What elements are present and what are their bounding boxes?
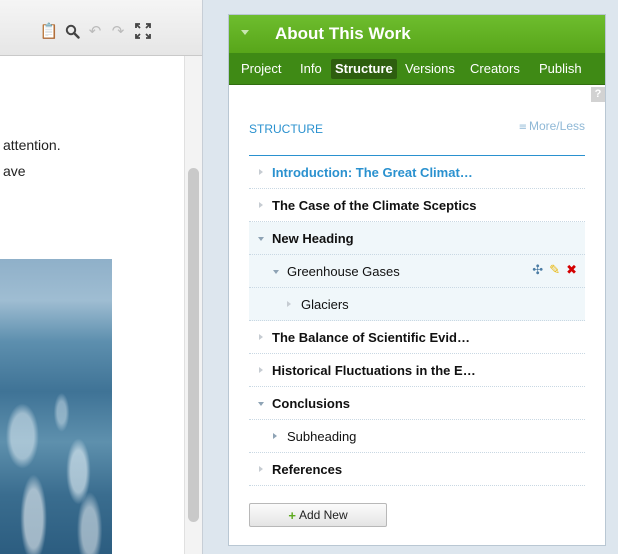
tree-item-label[interactable]: New Heading <box>272 231 354 246</box>
tree-item[interactable]: Subheading <box>249 420 585 453</box>
tree-item[interactable]: Glaciers <box>249 288 585 321</box>
expand-arrow-icon[interactable] <box>273 433 277 439</box>
delete-icon[interactable]: ✖ <box>566 263 577 279</box>
more-less-icon: ≡ <box>518 122 527 133</box>
collapse-arrow-icon[interactable] <box>258 402 264 406</box>
tree-item[interactable]: References <box>249 453 585 486</box>
tab-bar: Project Info Structure Versions Creators… <box>229 53 605 85</box>
undo-icon[interactable]: ↶ <box>86 22 104 40</box>
tree-item[interactable]: Introduction: The Great Climat… <box>249 156 585 189</box>
editor-text-line[interactable]: attention. <box>3 137 61 153</box>
more-less-label: More/Less <box>528 119 585 133</box>
panel-title: About This Work <box>275 24 411 43</box>
tab-project[interactable]: Project <box>241 59 281 79</box>
editor-scrollbar[interactable] <box>184 56 202 554</box>
editor-toolbar: 📋 ↶ ↷ <box>0 0 202 56</box>
expand-arrow-icon[interactable] <box>259 367 263 373</box>
editor-text-line[interactable]: ave <box>3 163 26 179</box>
tab-publish[interactable]: Publish <box>539 59 582 79</box>
about-this-work-panel: About This Work Project Info Structure V… <box>228 14 606 546</box>
tree-item[interactable]: The Case of the Climate Sceptics <box>249 189 585 222</box>
plus-icon: + <box>288 507 296 523</box>
tab-versions[interactable]: Versions <box>405 59 455 79</box>
help-icon[interactable]: ? <box>591 87 605 102</box>
search-icon[interactable] <box>63 22 81 40</box>
fullscreen-icon[interactable] <box>134 22 152 40</box>
collapse-arrow-icon[interactable] <box>258 237 264 241</box>
tree-item[interactable]: New Heading <box>249 222 585 255</box>
editor-pane: 📋 ↶ ↷ attention. ave <box>0 0 203 554</box>
arctic-ice-image <box>0 259 112 554</box>
add-new-button[interactable]: + Add New <box>249 503 387 527</box>
add-new-label: Add New <box>298 508 348 522</box>
tree-item[interactable]: The Balance of Scientific Evid… <box>249 321 585 354</box>
tree-item-label[interactable]: The Balance of Scientific Evid… <box>272 330 470 345</box>
panel-header[interactable]: About This Work <box>229 15 605 53</box>
expand-arrow-icon[interactable] <box>259 202 263 208</box>
tree-item-label[interactable]: Historical Fluctuations in the E… <box>272 363 476 378</box>
edit-pencil-icon[interactable]: ✎ <box>549 263 560 279</box>
collapse-arrow-icon[interactable] <box>273 270 279 274</box>
expand-arrow-icon[interactable] <box>287 301 291 307</box>
collapse-arrow-icon[interactable] <box>241 30 249 35</box>
tree-item-label[interactable]: Introduction: The Great Climat… <box>272 165 473 180</box>
tree-item-selected[interactable]: Greenhouse Gases ✣ ✎ ✖ <box>249 255 585 288</box>
clipboard-icon[interactable]: 📋 <box>40 22 59 40</box>
row-actions: ✣ ✎ ✖ <box>532 263 577 279</box>
expand-arrow-icon[interactable] <box>259 334 263 340</box>
tab-creators[interactable]: Creators <box>470 59 520 79</box>
tree-item-label[interactable]: References <box>272 462 342 477</box>
tree-item-label[interactable]: Greenhouse Gases <box>287 264 400 279</box>
tree-item-label[interactable]: The Case of the Climate Sceptics <box>272 198 476 213</box>
expand-arrow-icon[interactable] <box>259 169 263 175</box>
more-less-toggle[interactable]: ≡ More/Less <box>519 119 585 133</box>
expand-arrow-icon[interactable] <box>259 466 263 472</box>
tree-item-label[interactable]: Conclusions <box>272 396 350 411</box>
section-label: STRUCTURE <box>249 122 323 136</box>
tree-item-label[interactable]: Glaciers <box>301 297 349 312</box>
tree-item-label[interactable]: Subheading <box>287 429 356 444</box>
scrollbar-thumb[interactable] <box>188 168 199 522</box>
tab-info[interactable]: Info <box>300 59 322 79</box>
tree-item[interactable]: Historical Fluctuations in the E… <box>249 354 585 387</box>
tree-item[interactable]: Conclusions <box>249 387 585 420</box>
tab-structure[interactable]: Structure <box>331 59 397 79</box>
redo-icon[interactable]: ↷ <box>109 22 127 40</box>
move-icon[interactable]: ✣ <box>532 263 543 279</box>
